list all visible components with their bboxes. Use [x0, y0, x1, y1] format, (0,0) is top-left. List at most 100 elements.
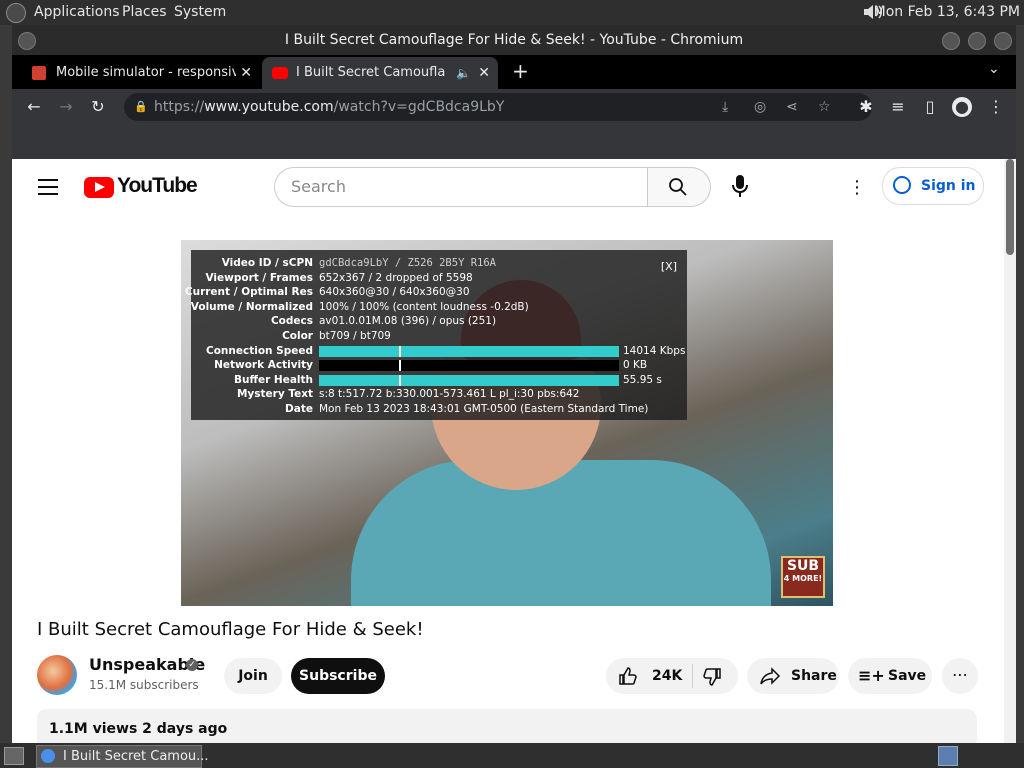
bookmark-star-icon[interactable]: ☆: [818, 93, 831, 121]
window-title: I Built Secret Camouflage For Hide & See…: [284, 32, 744, 48]
menu-system[interactable]: System: [174, 4, 226, 20]
profile-icon[interactable]: ●: [952, 97, 972, 117]
search-icon: [669, 178, 687, 196]
share-button[interactable]: Share: [747, 658, 839, 694]
menu-places[interactable]: Places: [122, 4, 167, 20]
like-count[interactable]: 24K: [652, 658, 682, 694]
stats-key: Volume / Normalized: [190, 300, 313, 313]
stats-value: bt709 / bt709: [319, 330, 391, 342]
stats-key: Video ID / sCPN: [221, 257, 313, 269]
stats-row: Buffer Health 55.95 s: [191, 374, 687, 388]
more-actions-button[interactable]: ⋯: [942, 658, 978, 694]
close-tab-icon[interactable]: ✕: [478, 57, 490, 89]
sign-in-label: Sign in: [921, 178, 976, 194]
media-controls-icon[interactable]: ≡: [888, 97, 908, 117]
browser-toolbar: ← → ↻ 🔒 https://www.youtube.com/watch?v=…: [12, 89, 1016, 125]
stats-row: Viewport / Frames 652x367 / 2 dropped of …: [191, 272, 687, 286]
tab-search-chevron-icon[interactable]: ⌄: [988, 61, 1000, 77]
search-button[interactable]: [648, 167, 711, 207]
subscribe-watermark[interactable]: SUB 4 MORE!: [781, 556, 825, 598]
clock[interactable]: Mon Feb 13, 6:43 PM: [874, 4, 1020, 20]
menu-applications[interactable]: Applications: [34, 4, 120, 20]
subscribe-button[interactable]: Subscribe: [291, 658, 385, 694]
close-window-icon[interactable]: [994, 32, 1012, 50]
stats-value: 652x367 / 2 dropped of 5598: [319, 271, 473, 284]
description-box[interactable]: 1.1M views 2 days ago: [37, 709, 977, 743]
join-button[interactable]: Join: [224, 658, 282, 694]
youtube-logo-text: YouTube: [117, 174, 198, 197]
minimize-icon[interactable]: [942, 32, 960, 50]
extensions-icon[interactable]: ✱: [856, 97, 876, 117]
stats-for-nerds-panel: [X] Video ID / sCPN gdCBdca9LbY / Z526 2B…: [185, 250, 687, 420]
new-tab-icon[interactable]: +: [512, 59, 529, 83]
stats-key: Date: [285, 403, 313, 415]
mobile-simulator-favicon-icon: [32, 66, 46, 80]
video-frame-shirt: [351, 460, 771, 606]
settings-more-icon[interactable]: ⋮: [848, 177, 866, 198]
dislike-icon[interactable]: [702, 667, 722, 687]
stats-key: Viewport / Frames: [205, 271, 313, 284]
stats-bar-fill: [319, 374, 619, 386]
microphone-icon[interactable]: [728, 173, 752, 199]
workspace-switcher-icon[interactable]: [938, 746, 958, 766]
stats-row: Mystery Text s:8 t:517.72 b:330.001-573.4…: [191, 388, 687, 402]
more-horizontal-icon: ⋯: [952, 665, 968, 684]
tab-mobile-simulator[interactable]: Mobile simulator - responsive ✕: [22, 57, 260, 89]
stats-bar-label: 0 KB: [623, 359, 648, 372]
stats-key: Current / Optimal Res: [184, 286, 313, 299]
os-logo-icon[interactable]: [6, 3, 26, 23]
address-bar[interactable]: 🔒 https://www.youtube.com/watch?v=gdCBdc…: [124, 93, 872, 121]
video-player[interactable]: SUB 4 MORE! [X] Video ID / sCPN gdCBdca9Lb…: [181, 240, 833, 606]
forward-icon[interactable]: →: [56, 97, 76, 117]
taskbar-window-label: I Built Secret Camou...: [63, 749, 209, 764]
stats-row: Volume / Normalized 100% / 100% (content …: [191, 301, 687, 315]
window-menu-icon[interactable]: [18, 32, 36, 50]
side-panel-icon[interactable]: ▯: [920, 97, 940, 117]
guide-menu-icon[interactable]: [38, 179, 58, 195]
tab-audio-icon[interactable]: 🔈: [456, 57, 471, 89]
channel-avatar[interactable]: [37, 655, 77, 695]
tab-label: I Built Secret Camouflage: [296, 65, 446, 80]
maximize-icon[interactable]: [968, 32, 986, 50]
scrollbar-thumb[interactable]: [1006, 159, 1014, 255]
video-title: I Built Secret Camouflage For Hide & See…: [37, 619, 424, 640]
stats-key: Connection Speed: [205, 344, 313, 357]
tracking-eye-icon[interactable]: ◎: [754, 93, 766, 121]
show-desktop-icon[interactable]: [4, 747, 24, 765]
back-icon[interactable]: ←: [24, 97, 44, 117]
lock-icon[interactable]: 🔒: [134, 93, 148, 121]
reload-icon[interactable]: ↻: [88, 97, 108, 117]
account-icon: [893, 176, 911, 194]
window-titlebar[interactable]: I Built Secret Camouflage For Hide & See…: [12, 25, 1016, 55]
install-app-icon[interactable]: ⤓: [722, 93, 728, 121]
tab-youtube[interactable]: I Built Secret Camouflage 🔈 ✕: [262, 57, 498, 89]
search-input[interactable]: Search: [274, 167, 648, 207]
search-placeholder: Search: [291, 177, 346, 196]
page-scrollbar[interactable]: [1004, 159, 1016, 743]
stats-key: Buffer Health: [233, 373, 313, 386]
browser-menu-icon[interactable]: ⋮: [986, 97, 1006, 117]
verified-icon: ✓: [186, 659, 198, 671]
tab-strip: Mobile simulator - responsive ✕ I Built …: [12, 55, 1016, 89]
stats-value: Mon Feb 13 2023 18:43:01 GMT-0500 (Easte…: [319, 403, 649, 415]
stats-value: s:8 t:517.72 b:330.001-573.461 L pl_i:30…: [319, 388, 580, 401]
share-page-icon[interactable]: ⋖: [786, 93, 798, 121]
browser-window: I Built Secret Camouflage For Hide & See…: [12, 25, 1016, 743]
like-icon[interactable]: [618, 666, 638, 686]
stats-bar-tick: [399, 374, 401, 386]
stats-value: 640x360@30 / 640x360@30: [319, 286, 470, 299]
youtube-play-logo-icon: [84, 177, 114, 198]
tab-label: Mobile simulator - responsive: [56, 65, 236, 80]
stats-row: Date Mon Feb 13 2023 18:43:01 GMT-0500 (E…: [191, 403, 687, 417]
stats-row: Codecs av01.0.01M.08 (396) / opus (251): [191, 315, 687, 329]
url-text[interactable]: https://www.youtube.com/watch?v=gdCBdca9…: [154, 93, 504, 121]
save-button[interactable]: ≡+ Save: [848, 658, 932, 694]
stats-row: Connection Speed 14014 Kbps: [191, 345, 687, 359]
taskbar-window-button[interactable]: I Built Secret Camou...: [36, 745, 209, 768]
subscriber-count: 15.1M subscribers: [89, 678, 199, 692]
sign-in-button[interactable]: Sign in: [882, 167, 984, 205]
stats-bar-fill: [319, 345, 619, 357]
youtube-page: YouTube Search ⋮ Sign in SUB 4 MORE! [X] …: [12, 159, 1004, 743]
close-tab-icon[interactable]: ✕: [240, 57, 252, 89]
stats-row: Color bt709 / bt709: [191, 330, 687, 344]
